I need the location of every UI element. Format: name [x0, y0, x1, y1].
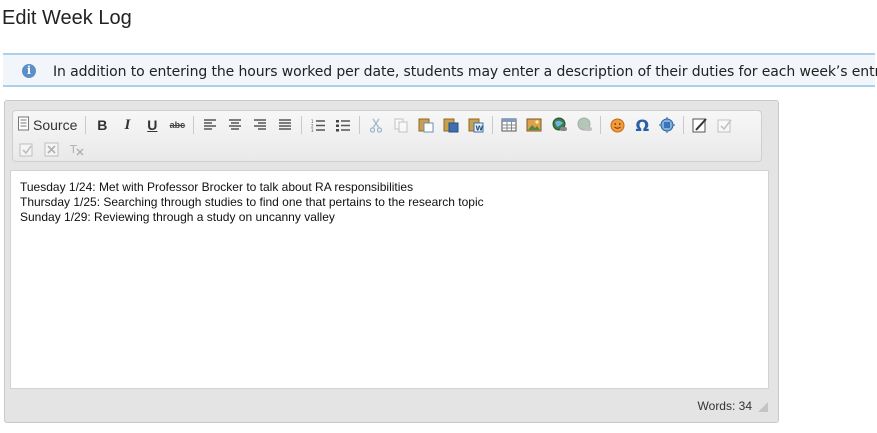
table-icon	[501, 118, 517, 132]
info-banner: i In addition to entering the hours work…	[3, 53, 877, 87]
bulleted-list-icon	[335, 119, 350, 131]
clear-format-icon: T	[69, 143, 84, 156]
cut-button[interactable]	[366, 115, 386, 135]
info-icon: i	[22, 64, 36, 78]
unlink-icon	[577, 117, 592, 131]
unlink-button[interactable]	[574, 115, 594, 135]
align-left-icon	[204, 119, 217, 130]
special-character-button[interactable]: Ω	[632, 115, 652, 135]
paste-word-icon: W	[468, 118, 484, 133]
strikethrough-button[interactable]: abc	[167, 115, 187, 135]
rich-text-editor: Source B I U abc 123 W Ω T Tuesday 1/24:…	[4, 100, 779, 423]
remove-format-button[interactable]	[42, 139, 62, 159]
table-button[interactable]	[499, 115, 519, 135]
paste-text-icon	[443, 118, 459, 133]
align-right-icon	[254, 119, 267, 130]
toolbar-separator	[359, 116, 361, 134]
align-justify-button[interactable]	[275, 115, 295, 135]
cut-icon	[370, 118, 383, 133]
image-button[interactable]	[524, 115, 544, 135]
editor-line-3: Sunday 1/29: Reviewing through a study o…	[20, 210, 335, 224]
word-count: Words: 34	[697, 399, 752, 413]
editor-line-1: Tuesday 1/24: Met with Professor Brocker…	[20, 180, 414, 194]
svg-text:W: W	[476, 125, 484, 133]
paste-icon	[418, 118, 434, 133]
align-center-icon	[229, 119, 242, 130]
align-right-button[interactable]	[250, 115, 270, 135]
edit-icon	[692, 118, 708, 133]
smiley-button[interactable]	[607, 115, 627, 135]
toolbar-row-1: Source B I U abc 123 W Ω	[17, 114, 740, 136]
align-left-button[interactable]	[200, 115, 220, 135]
svg-text:3: 3	[311, 128, 314, 132]
editor-toolbar: Source B I U abc 123 W Ω T	[12, 110, 762, 162]
editor-status-bar: Words: 34	[5, 390, 778, 422]
link-icon	[552, 117, 567, 131]
source-icon	[17, 116, 31, 134]
italic-button[interactable]: I	[117, 115, 137, 135]
toolbar-separator	[193, 116, 195, 134]
toolbar-separator	[301, 116, 303, 134]
anchor-button[interactable]	[657, 115, 677, 135]
resize-grip-icon[interactable]	[758, 402, 768, 412]
page-title: Edit Week Log	[2, 7, 132, 29]
paste-text-button[interactable]	[441, 115, 461, 135]
toolbar-separator	[492, 116, 494, 134]
editor-content-area[interactable]: Tuesday 1/24: Met with Professor Brocker…	[10, 170, 769, 389]
source-button[interactable]: Source	[17, 115, 79, 135]
paste-word-button[interactable]: W	[466, 115, 486, 135]
align-center-button[interactable]	[225, 115, 245, 135]
anchor-icon	[659, 117, 676, 133]
toolbar-separator	[600, 116, 602, 134]
clear-format-button[interactable]: T	[67, 139, 87, 159]
copy-button[interactable]	[391, 115, 411, 135]
svg-text:T: T	[69, 143, 77, 156]
editor-line-2: Thursday 1/25: Searching through studies…	[20, 195, 484, 209]
check-icon	[19, 143, 33, 156]
underline-button[interactable]: U	[142, 115, 162, 135]
numbered-list-icon: 123	[311, 119, 325, 132]
bulleted-list-button[interactable]	[333, 115, 353, 135]
image-icon	[526, 118, 542, 132]
check-button[interactable]	[17, 139, 37, 159]
toolbar-row-2: T	[17, 138, 92, 160]
align-justify-icon	[279, 119, 292, 130]
edit-button[interactable]	[690, 115, 710, 135]
toolbar-separator	[683, 116, 685, 134]
link-button[interactable]	[549, 115, 569, 135]
spellcheck-icon	[717, 119, 732, 132]
remove-format-icon	[44, 142, 59, 156]
paste-button[interactable]	[416, 115, 436, 135]
source-label: Source	[33, 117, 78, 133]
smiley-icon	[610, 118, 625, 132]
special-character-icon: Ω	[635, 115, 650, 135]
toolbar-separator	[85, 116, 87, 134]
spellcheck-button[interactable]	[715, 115, 735, 135]
info-text: In addition to entering the hours worked…	[53, 64, 877, 80]
bold-button[interactable]: B	[92, 115, 112, 135]
numbered-list-button[interactable]: 123	[308, 115, 328, 135]
copy-icon	[394, 118, 408, 132]
